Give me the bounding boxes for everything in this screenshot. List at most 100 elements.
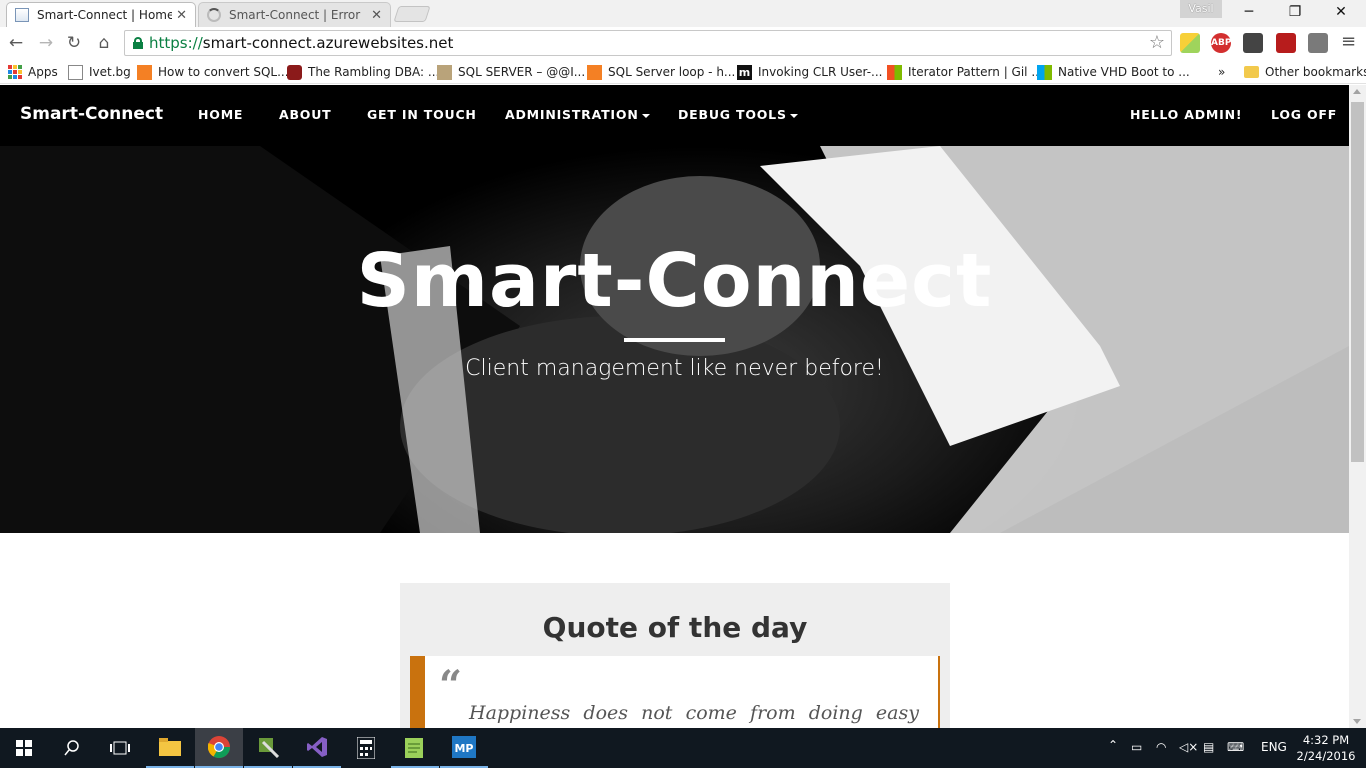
page-scrollbar[interactable] — [1349, 85, 1366, 728]
loading-icon — [207, 8, 221, 22]
blog-icon — [287, 64, 302, 80]
project-app-button[interactable]: MP — [440, 728, 488, 768]
calculator-icon — [357, 737, 375, 759]
chrome-button[interactable] — [195, 728, 243, 768]
task-view-button[interactable] — [96, 728, 144, 768]
nav-about[interactable]: ABOUT — [279, 107, 332, 122]
forward-arrow-icon[interactable]: → — [34, 31, 58, 55]
bookmark-label: The Rambling DBA: ... — [308, 65, 440, 79]
nav-log-off[interactable]: LOG OFF — [1271, 107, 1337, 122]
stackoverflow-icon — [137, 64, 152, 80]
search-icon — [64, 740, 79, 756]
tab-label: Smart-Connect | Error — [229, 8, 361, 22]
start-button[interactable] — [0, 728, 48, 768]
url-host: smart-connect.azurewebsites.net — [202, 34, 454, 52]
windows-taskbar: MP ⌃ ▭ ◠ ◁× ▤ ⌨ ENG 4:32 PM 2/24/2016 — [0, 728, 1366, 768]
nav-debug-tools[interactable]: DEBUG TOOLS — [678, 107, 798, 122]
bookmark-item[interactable]: m Invoking CLR User-... — [737, 62, 882, 82]
nav-administration[interactable]: ADMINISTRATION — [505, 107, 650, 122]
extension-icon[interactable] — [1180, 33, 1200, 53]
avatar-icon — [437, 64, 452, 80]
page-icon — [68, 64, 83, 80]
back-arrow-icon[interactable]: ← — [4, 31, 28, 55]
quote-box: “ Happiness does not come from doing eas… — [410, 656, 940, 736]
clapperboard-icon[interactable] — [1243, 33, 1263, 53]
caret-down-icon — [641, 113, 650, 118]
battery-icon[interactable]: ▭ — [1131, 740, 1142, 754]
bookmark-item[interactable]: Iterator Pattern | Gil ... — [887, 62, 1043, 82]
url-text[interactable]: https://smart-connect.azurewebsites.net — [149, 34, 453, 52]
address-bar[interactable]: https://smart-connect.azurewebsites.net … — [124, 30, 1172, 56]
quote-heading: Quote of the day — [542, 611, 808, 644]
tab-error[interactable]: Smart-Connect | Error ✕ — [198, 2, 391, 27]
nav-get-in-touch[interactable]: GET IN TOUCH — [367, 107, 477, 122]
hero-subtitle: Client management like never before! — [465, 356, 884, 381]
search-button[interactable] — [48, 728, 96, 768]
close-icon[interactable]: ✕ — [371, 8, 382, 23]
volume-muted-icon[interactable]: ◁× — [1179, 740, 1198, 754]
scroll-down-arrow-icon[interactable] — [1353, 719, 1361, 724]
notepad-plus-button[interactable] — [391, 728, 439, 768]
scroll-up-arrow-icon[interactable] — [1353, 89, 1361, 94]
visual-studio-icon — [307, 737, 327, 757]
windows-icon — [1037, 64, 1052, 80]
keyboard-icon[interactable]: ⌨ — [1227, 740, 1244, 754]
chrome-menu-icon[interactable]: ≡ — [1341, 31, 1356, 52]
new-tab-button[interactable] — [393, 6, 431, 22]
tools-app-button[interactable] — [244, 728, 292, 768]
bookmark-label: Ivet.bg — [89, 65, 131, 79]
chevron-up-icon[interactable]: ⌃ — [1108, 738, 1118, 752]
stackoverflow-icon — [587, 64, 602, 80]
minimize-button[interactable]: ─ — [1226, 0, 1272, 24]
taskbar-clock[interactable]: 4:32 PM 2/24/2016 — [1296, 732, 1356, 764]
bookmark-item[interactable]: The Rambling DBA: ... — [287, 62, 439, 82]
nav-debug-tools-label: DEBUG TOOLS — [678, 107, 787, 122]
other-bookmarks[interactable]: Other bookmarks — [1244, 62, 1366, 82]
clock-time: 4:32 PM — [1302, 733, 1350, 747]
close-icon[interactable]: ✕ — [176, 8, 187, 23]
bookmark-apps[interactable]: Apps — [8, 62, 58, 82]
quote-mark-icon: “ — [439, 662, 463, 709]
bookmark-item[interactable]: Ivet.bg — [68, 62, 131, 82]
reload-icon[interactable]: ↻ — [62, 31, 86, 55]
calculator-button[interactable] — [342, 728, 390, 768]
hero-banner: Smart-Connect Client management like nev… — [0, 146, 1349, 533]
close-window-button[interactable]: ✕ — [1318, 0, 1364, 24]
bookmarks-overflow-button[interactable]: » — [1218, 62, 1225, 82]
adblock-icon[interactable]: ABP — [1211, 33, 1231, 53]
caret-down-icon — [789, 113, 798, 118]
bookmark-label: SQL SERVER – @@I... — [458, 65, 586, 79]
mp-icon: MP — [452, 736, 476, 758]
bookmark-label: Native VHD Boot to ... — [1058, 65, 1190, 79]
scroll-thumb[interactable] — [1351, 102, 1364, 462]
home-icon[interactable]: ⌂ — [92, 31, 116, 55]
folder-icon — [1244, 66, 1259, 78]
bookmark-star-icon[interactable]: ☆ — [1149, 32, 1165, 53]
bookmark-item[interactable]: Native VHD Boot to ... — [1037, 62, 1190, 82]
file-explorer-button[interactable] — [146, 728, 194, 768]
nav-greeting[interactable]: HELLO ADMIN! — [1130, 107, 1242, 122]
svg-text:MP: MP — [454, 742, 473, 755]
profile-badge[interactable]: Vasil — [1180, 0, 1222, 18]
quote-text: Happiness does not come from doing easy — [469, 702, 919, 724]
nav-home[interactable]: HOME — [198, 107, 243, 122]
bookmark-item[interactable]: SQL Server loop - h... — [587, 62, 735, 82]
hero-divider — [624, 338, 725, 342]
language-indicator[interactable]: ENG — [1261, 740, 1287, 754]
task-view-icon — [110, 741, 130, 755]
notifications-icon[interactable]: ▤ — [1203, 740, 1214, 754]
clock-date: 2/24/2016 — [1296, 749, 1356, 763]
bookmark-item[interactable]: SQL SERVER – @@I... — [437, 62, 585, 82]
page-icon — [15, 8, 29, 22]
maximize-button[interactable]: ❐ — [1272, 0, 1318, 24]
site-brand[interactable]: Smart-Connect — [20, 104, 163, 124]
visual-studio-button[interactable] — [293, 728, 341, 768]
bookmark-item[interactable]: How to convert SQL... — [137, 62, 289, 82]
site-navbar: Smart-Connect HOME ABOUT GET IN TOUCH AD… — [0, 85, 1349, 146]
angular-icon[interactable] — [1308, 33, 1328, 53]
pdf-icon[interactable] — [1276, 33, 1296, 53]
apps-grid-icon — [8, 65, 22, 79]
tools-icon — [259, 738, 279, 758]
wifi-icon[interactable]: ◠ — [1156, 740, 1166, 754]
tab-home[interactable]: Smart-Connect | Home ✕ — [6, 2, 196, 27]
